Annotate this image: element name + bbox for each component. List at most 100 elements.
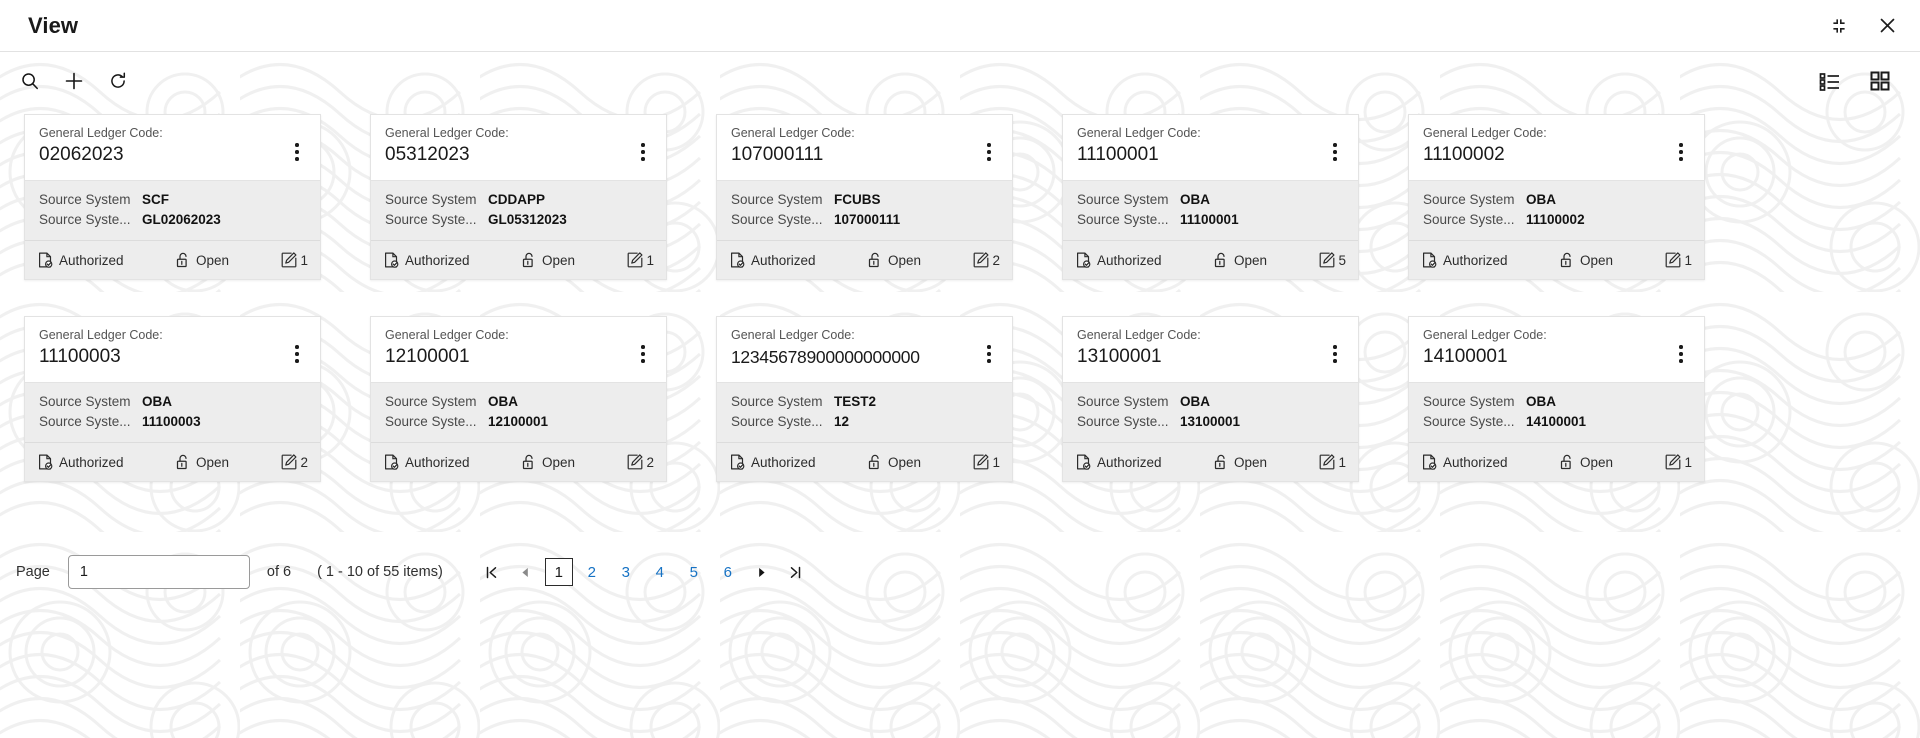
ledger-card[interactable]: General Ledger Code: 12100001 Source Sys… (370, 316, 667, 482)
grid-view-icon[interactable] (1862, 63, 1898, 99)
status-badge: Authorized (730, 252, 816, 268)
attribute-key: Source Syste... (731, 212, 823, 227)
card-menu-icon[interactable] (1672, 341, 1690, 367)
authorized-icon (1422, 454, 1437, 470)
ledger-card[interactable]: General Ledger Code: 11100003 Source Sys… (24, 316, 321, 482)
attribute-key: Source System (39, 394, 131, 409)
lock-status: Open (1214, 454, 1267, 470)
attribute-key: Source Syste... (1077, 414, 1169, 429)
refresh-icon[interactable] (100, 63, 136, 99)
attribute-key: Source Syste... (385, 212, 477, 227)
edit-icon (1319, 252, 1335, 268)
card-body: Source System TEST2 Source Syste... 12 (717, 382, 1012, 442)
ledger-card[interactable]: General Ledger Code: 1234567890000000000… (716, 316, 1013, 482)
status-badge: Authorized (730, 454, 816, 470)
attribute-value: 12100001 (488, 414, 549, 429)
attribute-value: 14100001 (1526, 414, 1587, 429)
page-number-button[interactable]: 1 (544, 558, 573, 586)
modification-count: 1 (973, 454, 1000, 470)
ledger-card[interactable]: General Ledger Code: 02062023 Source Sys… (24, 114, 321, 280)
attribute-value: 11100001 (1180, 212, 1239, 227)
unlock-icon (522, 454, 536, 470)
card-body: Source System OBA Source Syste... 121000… (371, 382, 666, 442)
page-number-button[interactable]: 4 (645, 558, 675, 586)
attribute-key: Source Syste... (1077, 212, 1169, 227)
page-number-button[interactable]: 6 (713, 558, 743, 586)
lock-status: Open (176, 252, 229, 268)
page-number-input[interactable] (67, 555, 250, 589)
card-header: General Ledger Code: 1234567890000000000… (717, 317, 1012, 382)
ledger-card[interactable]: General Ledger Code: 107000111 Source Sy… (716, 114, 1013, 280)
ledger-card[interactable]: General Ledger Code: 14100001 Source Sys… (1408, 316, 1705, 482)
status-label: Authorized (1097, 454, 1162, 470)
status-badge: Authorized (1076, 454, 1162, 470)
card-body: Source System OBA Source Syste... 111000… (1063, 180, 1358, 240)
ledger-card[interactable]: General Ledger Code: 05312023 Source Sys… (370, 114, 667, 280)
card-code-value: 12100001 (385, 346, 470, 367)
card-code-value: 11100002 (1423, 144, 1505, 165)
card-menu-icon[interactable] (288, 341, 306, 367)
page-number-button[interactable]: 2 (577, 558, 607, 586)
status-label: Authorized (1443, 252, 1508, 268)
card-menu-icon[interactable] (1326, 139, 1344, 165)
next-page-icon[interactable] (745, 557, 779, 587)
attribute-value: 12 (834, 414, 850, 429)
card-footer: Authorized Open (25, 240, 320, 279)
card-footer: Authorized Open (371, 442, 666, 481)
card-header: General Ledger Code: 02062023 (25, 115, 320, 180)
card-header-texts: General Ledger Code: 11100001 (1077, 125, 1326, 168)
add-icon[interactable] (56, 63, 92, 99)
collapse-icon[interactable] (1828, 15, 1850, 37)
card-menu-icon[interactable] (634, 341, 652, 367)
card-menu-icon[interactable] (634, 139, 652, 165)
attribute-value: FCUBS (834, 192, 881, 207)
card-field-label: General Ledger Code: (1077, 328, 1201, 342)
modification-count-value: 1 (300, 252, 308, 268)
first-page-icon[interactable] (475, 557, 509, 587)
pagination-bar: Page of 6 ( 1 - 10 of 55 items) (0, 548, 1920, 596)
close-icon[interactable] (1876, 15, 1898, 37)
unlock-icon (176, 454, 190, 470)
modification-count: 1 (1665, 252, 1692, 268)
search-icon[interactable] (12, 63, 48, 99)
ledger-card[interactable]: General Ledger Code: 11100001 Source Sys… (1062, 114, 1359, 280)
status-label: Authorized (751, 454, 816, 470)
card-menu-icon[interactable] (980, 341, 998, 367)
card-menu-icon[interactable] (288, 139, 306, 165)
last-page-icon[interactable] (779, 557, 813, 587)
card-menu-icon[interactable] (980, 139, 998, 165)
card-code-value: 107000111 (731, 144, 824, 165)
card-attribute-row: Source Syste... 13100001 (1077, 412, 1344, 432)
card-body: Source System CDDAPP Source Syste... GL0… (371, 180, 666, 240)
attribute-key: Source System (731, 192, 823, 207)
status-badge: Authorized (384, 454, 470, 470)
authorized-icon (384, 252, 399, 268)
previous-page-icon[interactable] (509, 557, 543, 587)
modification-count: 1 (627, 252, 654, 268)
list-view-icon[interactable] (1812, 63, 1848, 99)
attribute-key: Source Syste... (731, 414, 823, 429)
attribute-value: OBA (142, 394, 172, 409)
card-body: Source System FCUBS Source Syste... 1070… (717, 180, 1012, 240)
modification-count: 2 (627, 454, 654, 470)
modification-count-value: 1 (1684, 454, 1692, 470)
ledger-card[interactable]: General Ledger Code: 13100001 Source Sys… (1062, 316, 1359, 482)
attribute-key: Source Syste... (1423, 414, 1515, 429)
card-attribute-row: Source Syste... 107000111 (731, 210, 998, 230)
page-number-button[interactable]: 5 (679, 558, 709, 586)
lock-label: Open (542, 252, 576, 268)
window-controls (1828, 15, 1898, 37)
edit-icon (281, 454, 297, 470)
lock-label: Open (542, 454, 576, 470)
authorized-icon (1076, 454, 1091, 470)
card-menu-icon[interactable] (1672, 139, 1690, 165)
card-attribute-row: Source Syste... 11100003 (39, 412, 306, 432)
card-menu-icon[interactable] (1326, 341, 1344, 367)
unlock-icon (1214, 454, 1228, 470)
ledger-card[interactable]: General Ledger Code: 11100002 Source Sys… (1408, 114, 1705, 280)
card-attribute-row: Source System TEST2 (731, 392, 998, 412)
card-attribute-row: Source System OBA (39, 392, 306, 412)
modification-count: 1 (281, 252, 308, 268)
lock-label: Open (1580, 454, 1614, 470)
page-number-button[interactable]: 3 (611, 558, 641, 586)
